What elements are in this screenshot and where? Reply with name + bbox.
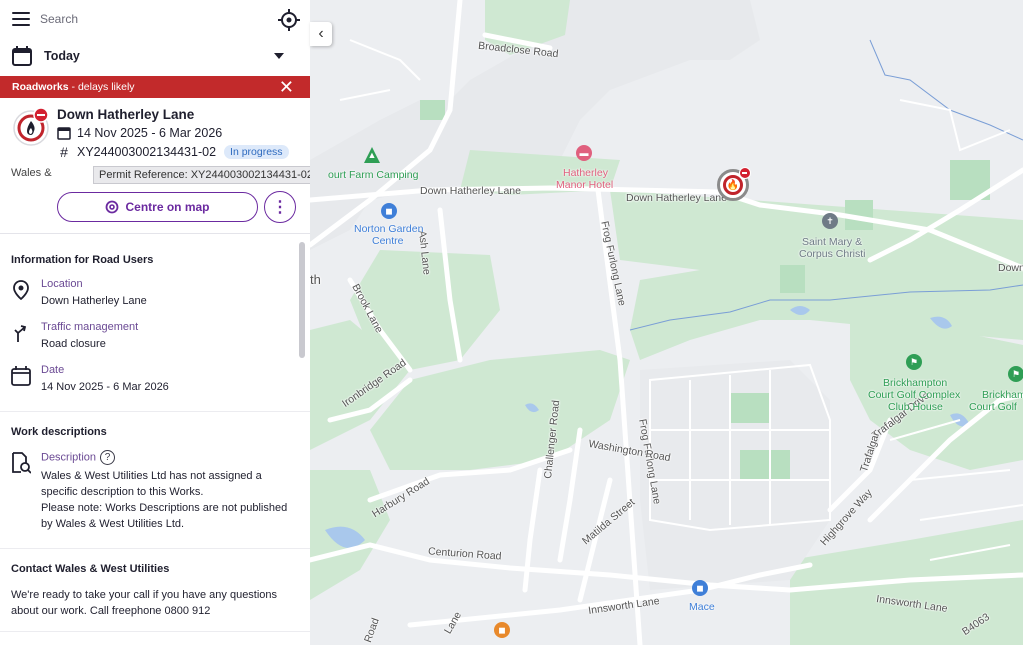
- date-filter-value: Today: [44, 49, 80, 63]
- centre-on-map-label: Centre on map: [125, 200, 210, 214]
- golf-icon[interactable]: ⚑: [1008, 366, 1023, 382]
- details-scroll-area[interactable]: Information for Road Users Location Down …: [0, 240, 310, 645]
- descriptions-heading: Work descriptions: [11, 426, 107, 438]
- work-dates: 14 Nov 2025 - 6 Mar 2026: [77, 126, 223, 140]
- roadworks-marker[interactable]: 🔥: [717, 167, 751, 201]
- status-badge: In progress: [224, 145, 289, 159]
- description-note: Please note: Works Descriptions are not …: [41, 502, 288, 530]
- permit-reference: XY244003002134431-02: [77, 145, 217, 159]
- poi-label: Saint Mary &: [802, 236, 863, 248]
- menu-icon[interactable]: [12, 12, 30, 26]
- poi-label: Brickham: [982, 389, 1023, 401]
- diversion-icon: [14, 325, 27, 342]
- description-label: Description: [41, 451, 97, 464]
- document-search-icon: [12, 452, 31, 474]
- close-icon[interactable]: ✕: [279, 78, 294, 96]
- chevron-down-icon: [274, 53, 284, 59]
- hotel-icon[interactable]: ▬: [576, 145, 592, 161]
- location-pin-icon: [13, 280, 29, 300]
- road-label: Down Hatherley Lane: [420, 185, 521, 197]
- target-icon: [106, 200, 119, 214]
- roadworks-icon: [12, 107, 52, 153]
- traffic-management-value: Road closure: [41, 338, 106, 350]
- roadworks-banner: Roadworks - delays likely ✕: [0, 76, 310, 98]
- side-panel: Today Roadworks - delays likely ✕ Down H…: [0, 0, 310, 645]
- calendar-icon: [12, 46, 32, 66]
- church-icon[interactable]: ✝: [822, 213, 838, 229]
- location-label: Location: [41, 278, 83, 290]
- more-options-button[interactable]: ⋮: [264, 191, 296, 223]
- poi-label: Court Golf Complex: [868, 389, 961, 401]
- map-graphics: [310, 0, 1023, 645]
- more-vertical-icon: ⋮: [272, 199, 288, 216]
- poi-label: Hatherley: [563, 167, 608, 179]
- poi-label: Club House: [888, 401, 943, 413]
- banner-type: Roadworks: [12, 81, 69, 93]
- poi-label: Court Golf: [969, 401, 1017, 413]
- date-value: 14 Nov 2025 - 6 Mar 2026: [41, 381, 169, 393]
- road-label: Down: [998, 262, 1023, 274]
- poi-label: ourt Farm Camping: [328, 169, 419, 181]
- food-icon[interactable]: ◼: [494, 622, 510, 638]
- poi-label: Corpus Christi: [799, 248, 866, 260]
- no-entry-icon: [739, 167, 751, 179]
- shop-icon[interactable]: ◼: [381, 203, 397, 219]
- poi-label: Brickhampton: [883, 377, 948, 389]
- poi-label: Manor Hotel: [556, 179, 614, 191]
- poi-label: Centre: [372, 235, 404, 247]
- contact-text: We're ready to take your call if you hav…: [11, 589, 278, 617]
- centre-on-map-button[interactable]: Centre on map: [57, 192, 258, 222]
- descriptions-section: Work descriptions Description? Wales & W…: [0, 412, 310, 549]
- calendar-icon: [11, 366, 31, 386]
- description-text: Wales & West Utilities Ltd has not assig…: [41, 470, 262, 498]
- date-filter-select[interactable]: Today: [0, 38, 310, 74]
- info-heading: Information for Road Users: [11, 254, 154, 266]
- permit-tooltip: Permit Reference: XY244003002134431-02: [93, 166, 310, 184]
- map-canvas[interactable]: Broadclose Road Down Hatherley Lane Down…: [310, 0, 1023, 645]
- collapse-panel-button[interactable]: ‹: [310, 22, 332, 46]
- traffic-management-label: Traffic management: [41, 321, 139, 333]
- work-title: Down Hatherley Lane: [57, 107, 195, 122]
- shop-icon[interactable]: ◼: [692, 580, 708, 596]
- contact-heading: Contact Wales & West Utilities: [11, 563, 170, 575]
- calendar-icon: [57, 127, 71, 140]
- contact-section: Contact Wales & West Utilities We're rea…: [0, 549, 310, 632]
- poi-label: Mace: [689, 601, 715, 613]
- date-label: Date: [41, 364, 65, 376]
- road-label: Down Hatherley Lane: [626, 192, 727, 204]
- search-input[interactable]: [40, 12, 264, 26]
- poi-label: Norton Garden: [354, 223, 424, 235]
- scrollbar-thumb[interactable]: [299, 242, 305, 358]
- locate-icon[interactable]: [278, 9, 300, 31]
- location-value: Down Hatherley Lane: [41, 295, 147, 307]
- road-label: th: [310, 272, 321, 287]
- flame-icon: 🔥: [723, 175, 743, 195]
- golf-icon[interactable]: ⚑: [906, 354, 922, 370]
- help-icon[interactable]: ?: [100, 450, 116, 465]
- search-bar: [0, 0, 310, 38]
- info-section: Information for Road Users Location Down …: [0, 240, 310, 412]
- banner-note: - delays likely: [71, 81, 135, 93]
- hash-icon: #: [60, 144, 68, 160]
